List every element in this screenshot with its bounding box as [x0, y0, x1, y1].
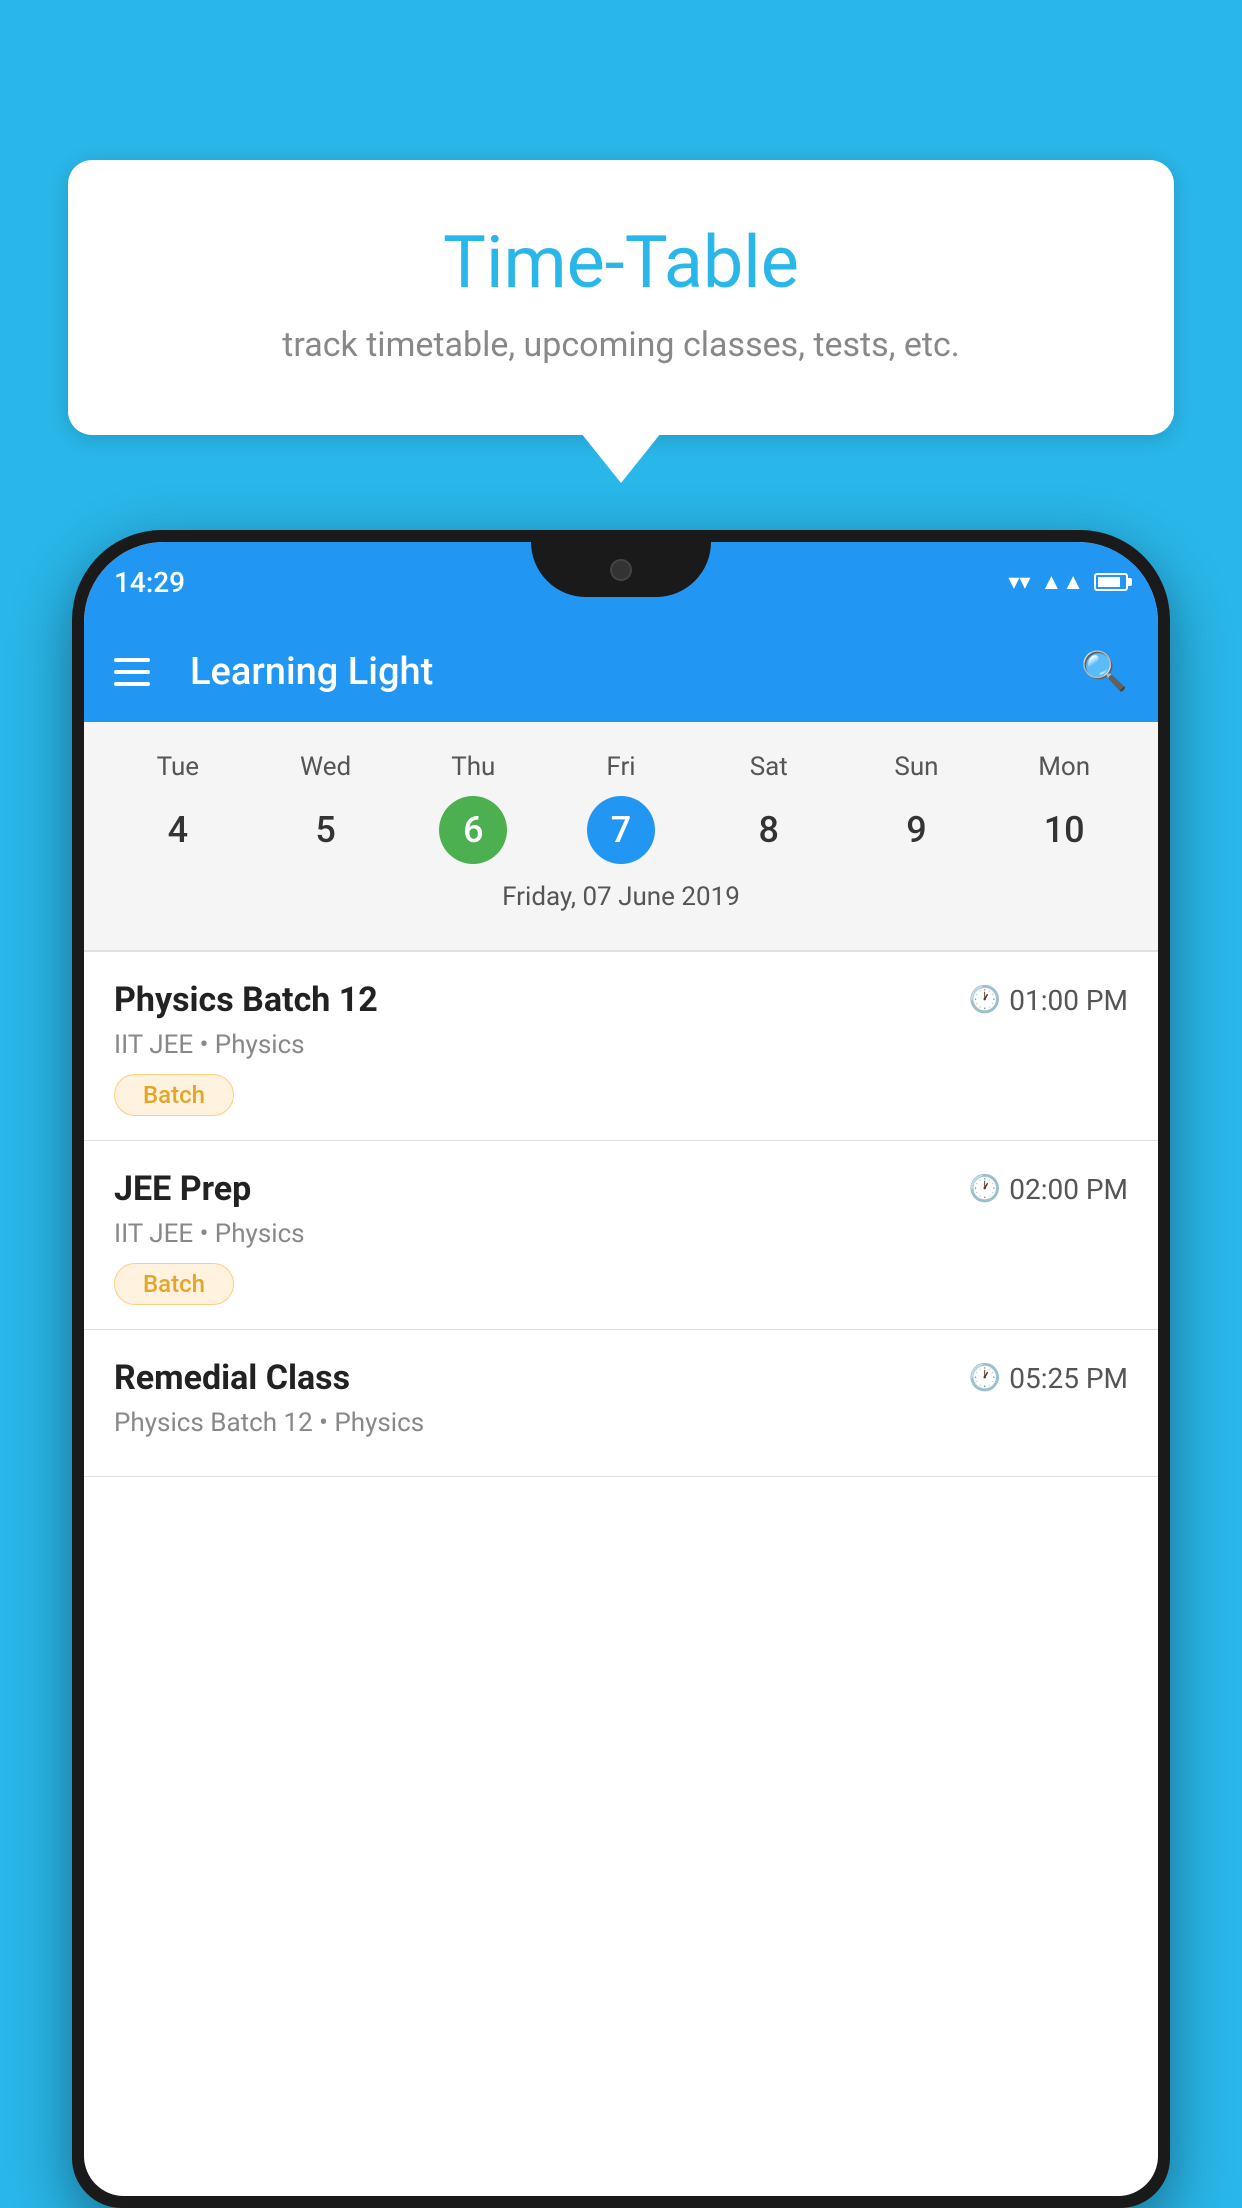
- wifi-icon: ▾▾: [1008, 570, 1030, 595]
- search-icon[interactable]: 🔍: [1081, 650, 1128, 694]
- clock-icon-1: 🕐: [969, 985, 1001, 1015]
- schedule-title-3: Remedial Class: [114, 1358, 350, 1398]
- schedule-meta-1: IIT JEE • Physics: [114, 1030, 1128, 1060]
- schedule-title-2: JEE Prep: [114, 1169, 251, 1209]
- schedule-item-3[interactable]: Remedial Class 🕐 05:25 PM Physics Batch …: [84, 1330, 1158, 1477]
- schedule-item-2[interactable]: JEE Prep 🕐 02:00 PM IIT JEE • Physics Ba…: [84, 1141, 1158, 1330]
- signal-icon: ▲▲: [1040, 569, 1084, 595]
- schedule-time-2: 🕐 02:00 PM: [969, 1173, 1128, 1206]
- schedule-meta-3: Physics Batch 12 • Physics: [114, 1408, 1128, 1438]
- schedule-time-3: 🕐 05:25 PM: [969, 1362, 1128, 1395]
- batch-tag-2: Batch: [114, 1263, 234, 1305]
- day-col-wed[interactable]: Wed 5: [252, 752, 400, 864]
- selected-date-label: Friday, 07 June 2019: [84, 874, 1158, 930]
- phone-frame: 14:29 ▾▾ ▲▲ Learning Light 🔍: [72, 530, 1170, 2208]
- tooltip-bubble: Time-Table track timetable, upcoming cla…: [68, 160, 1174, 435]
- batch-tag-1: Batch: [114, 1074, 234, 1116]
- notch: [531, 542, 711, 597]
- clock-icon-3: 🕐: [969, 1363, 1001, 1393]
- status-icons: ▾▾ ▲▲: [1008, 569, 1128, 595]
- phone-inner: 14:29 ▾▾ ▲▲ Learning Light 🔍: [84, 542, 1158, 2196]
- day-col-sun[interactable]: Sun 9: [843, 752, 991, 864]
- days-row: Tue 4 Wed 5 Thu 6 Fri 7 Sat 8: [84, 742, 1158, 874]
- day-col-mon[interactable]: Mon 10: [990, 752, 1138, 864]
- schedule-time-1: 🕐 01:00 PM: [969, 984, 1128, 1017]
- battery-icon: [1094, 573, 1128, 591]
- app-title: Learning Light: [190, 650, 1061, 694]
- tooltip-subtitle: track timetable, upcoming classes, tests…: [138, 325, 1104, 365]
- status-time: 14:29: [114, 566, 185, 599]
- schedule-meta-2: IIT JEE • Physics: [114, 1219, 1128, 1249]
- hamburger-menu-icon[interactable]: [114, 658, 150, 686]
- day-col-thu[interactable]: Thu 6: [399, 752, 547, 864]
- schedule-item-1[interactable]: Physics Batch 12 🕐 01:00 PM IIT JEE • Ph…: [84, 952, 1158, 1141]
- clock-icon-2: 🕐: [969, 1174, 1001, 1204]
- day-col-tue[interactable]: Tue 4: [104, 752, 252, 864]
- schedule-title-1: Physics Batch 12: [114, 980, 378, 1020]
- app-bar: Learning Light 🔍: [84, 622, 1158, 722]
- schedule-list: Physics Batch 12 🕐 01:00 PM IIT JEE • Ph…: [84, 952, 1158, 1477]
- calendar-section: Tue 4 Wed 5 Thu 6 Fri 7 Sat 8: [84, 722, 1158, 950]
- tooltip-title: Time-Table: [138, 220, 1104, 305]
- day-col-sat[interactable]: Sat 8: [695, 752, 843, 864]
- status-bar: 14:29 ▾▾ ▲▲: [84, 542, 1158, 622]
- day-col-fri[interactable]: Fri 7: [547, 752, 695, 864]
- camera-dot: [610, 559, 632, 581]
